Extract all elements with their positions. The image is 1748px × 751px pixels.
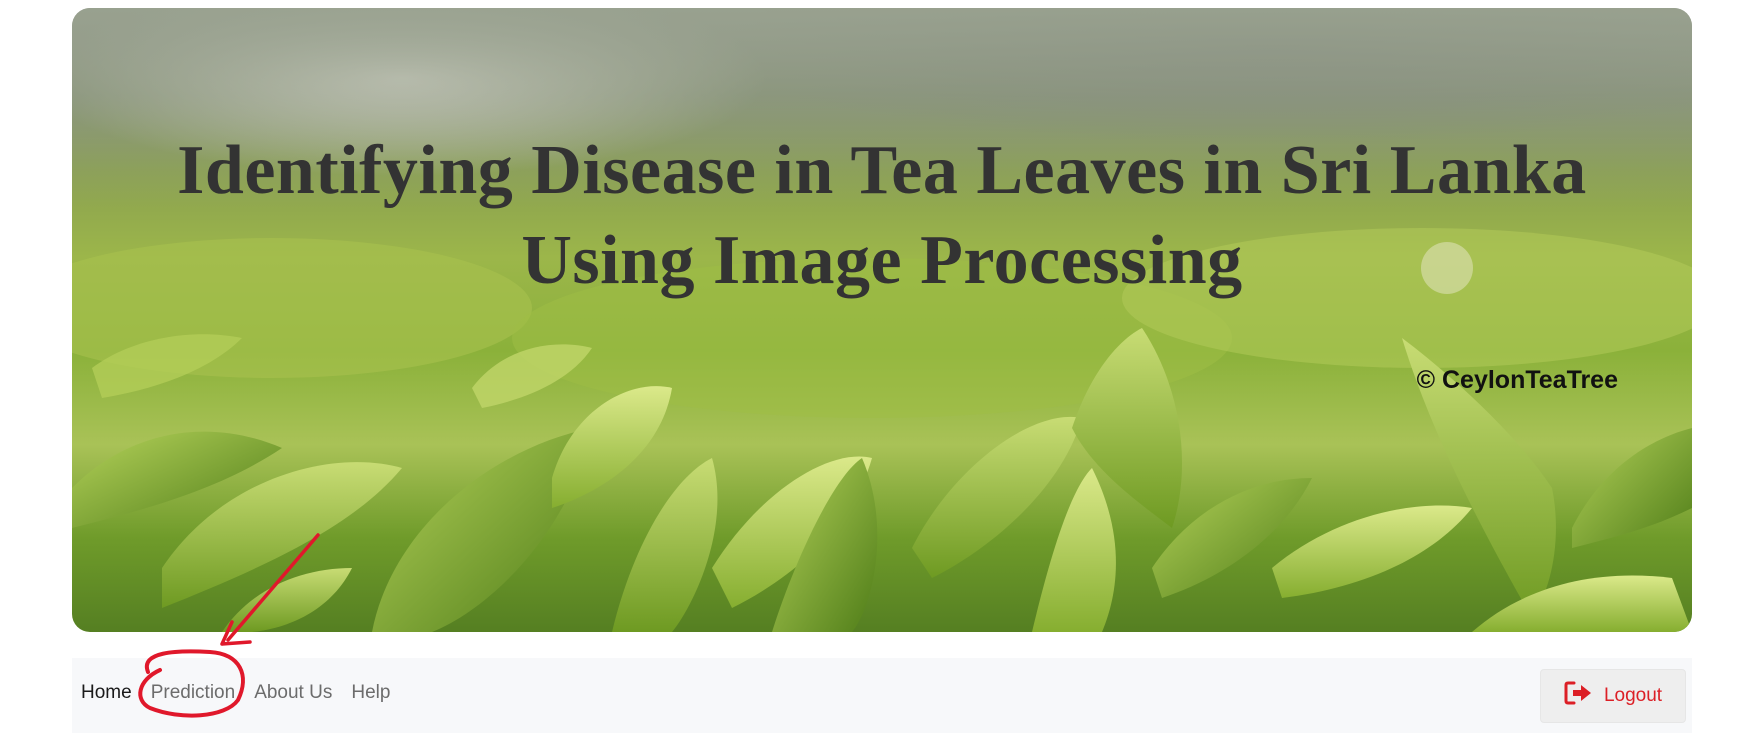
nav-item-help[interactable]: Help <box>351 680 400 706</box>
photo-credit: © CeylonTeaTree <box>1416 366 1618 394</box>
hero-title-line1: Identifying Disease in Tea Leaves in Sri… <box>177 132 1587 209</box>
logout-button[interactable]: Logout <box>1540 669 1686 723</box>
hero-title-line2: Using Image Processing <box>521 222 1243 299</box>
nav-item-home[interactable]: Home <box>81 680 142 706</box>
hero-title: Identifying Disease in Tea Leaves in Sri… <box>72 126 1692 306</box>
sign-out-icon <box>1564 680 1594 712</box>
nav-item-prediction[interactable]: Prediction <box>151 680 246 706</box>
navbar: Home Prediction About Us Help Logout <box>72 658 1692 733</box>
nav-item-about-us[interactable]: About Us <box>254 680 342 706</box>
nav-links: Home Prediction About Us Help <box>81 680 409 706</box>
tea-leaves-background <box>72 8 1692 632</box>
logout-label: Logout <box>1603 685 1663 706</box>
hero-banner: Identifying Disease in Tea Leaves in Sri… <box>72 8 1692 632</box>
